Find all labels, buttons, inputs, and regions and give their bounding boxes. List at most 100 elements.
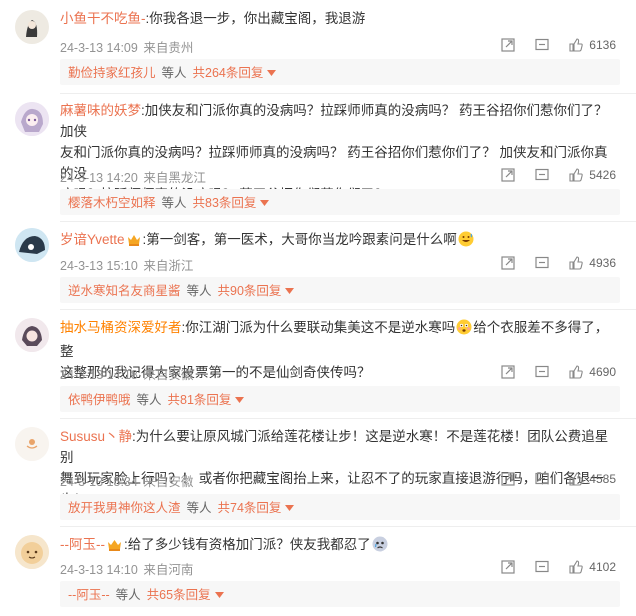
comment-username[interactable]: 小鱼干不吃鱼- [60,11,146,26]
flushed-emoji-icon [456,319,472,341]
comment-meta: 24-3-13 14:18 来自安徽 [60,364,195,383]
comment-username[interactable]: 岁谙Yvette [60,232,125,247]
share-icon[interactable] [501,472,515,486]
reply-summary[interactable]: 逆水寒知名友商星酱 等人 共90条回复 [60,277,620,303]
caret-down-icon[interactable] [285,277,295,303]
reply-username[interactable]: 依鸭伊鸭哦 [68,393,131,407]
comment-location: 来自黑龙江 [143,171,206,185]
comment-date: 24-3-13 15:34 [60,475,138,489]
like-count: 4936 [589,256,616,270]
like-count: 6136 [589,38,616,52]
reply-count[interactable]: 共81条回复 [168,393,232,407]
reply-summary[interactable]: 勤俭持家红孩儿 等人 共264条回复 [60,59,620,85]
share-icon[interactable] [501,560,515,574]
reply-others-label: 等人 [186,501,212,515]
share-icon[interactable] [501,38,515,52]
comment-icon[interactable] [535,365,549,379]
comment-date: 24-3-13 14:18 [60,368,138,382]
comment-icon[interactable] [535,38,549,52]
comment-date: 24-3-13 15:10 [60,259,138,273]
caret-down-icon[interactable] [260,189,270,215]
comment-username[interactable]: 麻薯味的妖梦 [60,103,141,118]
comment-meta: 24-3-13 14:10 来自河南 [60,559,195,578]
avatar[interactable] [15,535,49,569]
comment-date: 24-3-13 14:20 [60,171,138,185]
thumbs-up-icon[interactable] [569,560,584,574]
reply-username[interactable]: 勤俭持家红孩儿 [68,66,156,80]
reply-summary[interactable]: --阿玉-- 等人 共65条回复 [60,581,620,607]
badge-icon [107,536,122,557]
comment-text: 小鱼干不吃鱼-:你我各退一步，你出藏宝阁，我退游 [60,8,620,29]
avatar[interactable] [15,318,49,352]
thumbs-up-icon[interactable] [569,256,584,270]
share-icon[interactable] [501,365,515,379]
reply-username[interactable]: 樱落木朽空如释 [68,196,156,210]
caret-down-icon[interactable] [235,386,245,412]
comment-body: :你江湖门派为什么要联动集美这不是逆水寒吗 [181,320,456,335]
comment-actions: 4690 [481,363,616,381]
comment-actions: 4102 [481,558,616,576]
reply-count[interactable]: 共90条回复 [218,284,282,298]
avatar[interactable] [15,102,49,136]
thumbs-up-icon[interactable] [569,472,584,486]
reply-count[interactable]: 共74条回复 [218,501,282,515]
reply-username[interactable]: 逆水寒知名友商星酱 [68,284,181,298]
comment-icon[interactable] [535,472,549,486]
comment-username[interactable]: 抽水马桶资深爱好者 [60,320,182,335]
reply-others-label: 等人 [115,588,141,602]
comment-location: 来自贵州 [143,41,194,55]
caret-down-icon[interactable] [267,59,277,85]
caret-down-icon[interactable] [214,581,224,607]
comment-body: :你我各退一步，你出藏宝阁，我退游 [145,11,366,26]
comment-username[interactable]: --阿玉-- [60,537,105,552]
crying-emoji-icon [372,536,388,558]
comment-body: :加侠友和门派你真的没病吗？拉踩师师真的没病吗？ 药王谷招你们惹你们了？ 加侠 [60,103,608,139]
reply-count[interactable]: 共65条回复 [147,588,211,602]
comment-body: :为什么要让原风城门派给莲花楼让步！这是逆水寒！不是莲花楼！团队公费追星别 [60,429,609,465]
comment-location: 来自浙江 [143,259,194,273]
thumbs-up-icon[interactable] [569,168,584,182]
comment-icon[interactable] [535,168,549,182]
divider [60,93,636,94]
comment-icon[interactable] [535,560,549,574]
like-count: 4585 [589,472,616,486]
avatar[interactable] [15,228,49,262]
divider [60,418,636,419]
divider [60,221,636,222]
reply-count[interactable]: 共83条回复 [193,196,257,210]
reply-others-label: 等人 [161,66,187,80]
comment-text: 岁谙Yvette:第一剑客，第一医术，大哥你当龙吟跟素问是什么啊 [60,229,620,253]
comment-actions: 5426 [481,166,616,184]
comment-date: 24-3-13 14:10 [60,563,138,577]
reply-others-label: 等人 [161,196,187,210]
reply-username[interactable]: --阿玉-- [68,588,110,602]
comment-location: 来自河南 [143,563,194,577]
reply-summary[interactable]: 依鸭伊鸭哦 等人 共81条回复 [60,386,620,412]
reply-username[interactable]: 放开我男神你这人渣 [68,501,181,515]
reply-summary[interactable]: 樱落木朽空如释 等人 共83条回复 [60,189,620,215]
comment-meta: 24-3-13 15:10 来自浙江 [60,255,195,274]
comment-body: :给了多少钱有资格加门派？侠友我都忍了 [123,537,371,552]
reply-summary[interactable]: 放开我男神你这人渣 等人 共74条回复 [60,494,620,520]
divider [60,526,636,527]
comment-username[interactable]: Sususu丶静 [60,429,132,444]
reply-others-label: 等人 [136,393,162,407]
avatar[interactable] [15,427,49,461]
thumbs-up-icon[interactable] [569,365,584,379]
reply-others-label: 等人 [186,284,212,298]
share-icon[interactable] [501,256,515,270]
comment-meta: 24-3-13 14:09 来自贵州 [60,37,195,56]
reply-count[interactable]: 共264条回复 [193,66,264,80]
comment-icon[interactable] [535,256,549,270]
comment-date: 24-3-13 14:09 [60,41,138,55]
like-count: 4690 [589,365,616,379]
divider [60,309,636,310]
avatar[interactable] [15,10,49,44]
like-count: 4102 [589,560,616,574]
crown-badge-icon [127,231,141,252]
comment-text: --阿玉-- :给了多少钱有资格加门派？侠友我都忍了 [60,534,620,558]
comment-actions: 6136 [481,36,616,54]
share-icon[interactable] [501,168,515,182]
thumbs-up-icon[interactable] [569,38,584,52]
caret-down-icon[interactable] [285,494,295,520]
